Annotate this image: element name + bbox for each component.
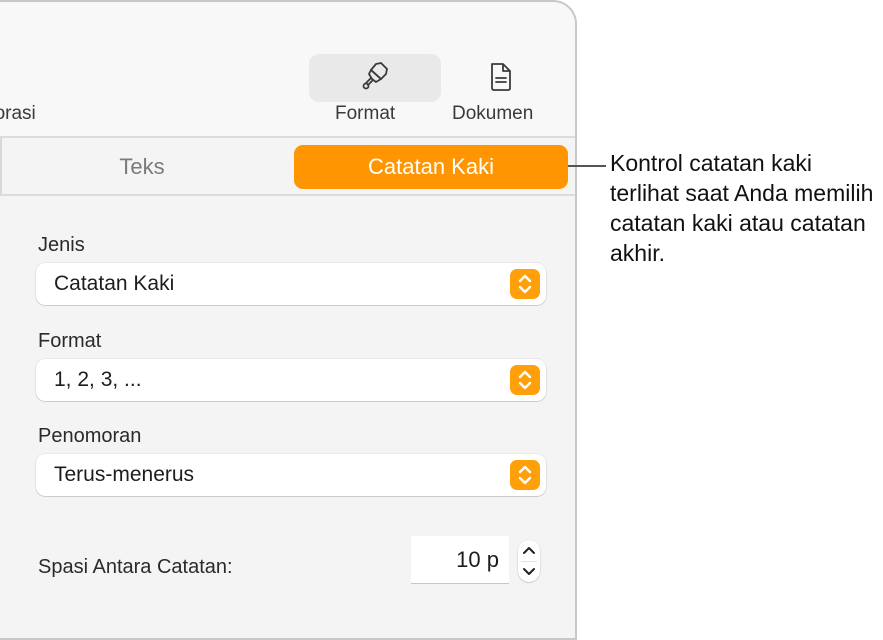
chevron-up-down-icon	[510, 269, 540, 299]
callout-line	[568, 165, 606, 167]
inspector-tabs: Teks Catatan Kaki	[0, 138, 575, 196]
numbering-value: Terus-menerus	[54, 463, 195, 486]
type-label: Jenis	[38, 234, 85, 256]
document-label: Dokumen	[452, 103, 534, 124]
numbering-label: Penomoran	[38, 425, 142, 447]
spacing-label: Spasi Antara Catatan:	[38, 556, 233, 578]
format-value: 1, 2, 3, ...	[54, 368, 142, 391]
tab-text[interactable]: Teks	[72, 145, 212, 189]
numbering-popup[interactable]: Terus-menerus	[36, 454, 546, 496]
format-field-label: Format	[38, 330, 102, 352]
format-popup[interactable]: 1, 2, 3, ...	[36, 359, 546, 401]
spacing-input[interactable]: 10 p	[411, 536, 509, 584]
toolbar-button-collaboration[interactable]: porasi	[0, 103, 36, 125]
tab-divider	[0, 138, 2, 194]
paintbrush-icon	[362, 62, 388, 90]
document-icon[interactable]	[488, 62, 514, 92]
type-popup[interactable]: Catatan Kaki	[36, 263, 546, 305]
type-value: Catatan Kaki	[54, 272, 175, 295]
spacing-stepper[interactable]	[518, 540, 540, 582]
callout-text: Kontrol catatan kaki terlihat saat Anda …	[610, 150, 874, 266]
chevron-up-down-icon	[510, 460, 540, 490]
stepper-up-button[interactable]	[518, 540, 540, 561]
format-label: Format	[335, 103, 396, 124]
format-inspector-panel: porasi Format Dokumen Teks Catatan Kaki	[0, 0, 577, 640]
footnote-controls: Jenis Catatan Kaki Format 1, 2, 3, ... P…	[0, 196, 575, 638]
tab-footnotes[interactable]: Catatan Kaki	[294, 145, 568, 189]
stepper-down-button[interactable]	[518, 561, 540, 582]
inspector-toolbar: porasi Format Dokumen	[0, 2, 575, 138]
chevron-up-down-icon	[510, 365, 540, 395]
